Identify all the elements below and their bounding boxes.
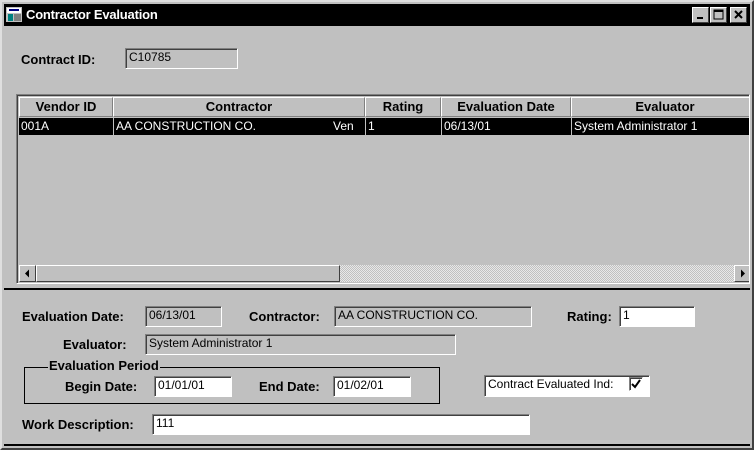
bottom-border — [4, 444, 750, 446]
scroll-thumb[interactable] — [36, 265, 340, 282]
cell-contractor: AA CONSTRUCTION CO. — [116, 119, 257, 133]
scroll-left-button[interactable] — [19, 265, 36, 282]
evaluator-label: Evaluator: — [63, 337, 127, 352]
window-title: Contractor Evaluation — [26, 7, 158, 22]
maximize-icon — [713, 9, 724, 20]
contractor-field[interactable]: AA CONSTRUCTION CO. — [334, 306, 532, 327]
evaluation-date-label: Evaluation Date: — [22, 309, 124, 324]
cell-separator — [571, 118, 572, 135]
begin-date-field[interactable]: 01/01/01 — [154, 376, 232, 397]
end-date-label: End Date: — [259, 379, 320, 394]
scroll-left-icon — [25, 269, 29, 278]
rating-label: Rating: — [567, 309, 612, 324]
contractor-evaluation-window: Contractor Evaluation Contract ID: C1078… — [0, 0, 754, 450]
section-divider — [4, 288, 750, 290]
grid-header: Vendor ID Contractor Rating Evaluation D… — [19, 97, 749, 117]
evaluation-date-field[interactable]: 06/13/01 — [145, 306, 222, 327]
table-row[interactable]: 001A AA CONSTRUCTION CO. Ven 1 06/13/01 … — [19, 118, 749, 135]
work-description-field[interactable]: 111 — [152, 414, 530, 435]
minimize-icon — [697, 17, 703, 19]
contract-evaluated-checkbox[interactable] — [629, 377, 643, 391]
evaluation-grid[interactable]: Vendor ID Contractor Rating Evaluation D… — [16, 94, 750, 284]
scroll-right-icon — [741, 269, 745, 278]
horizontal-scrollbar[interactable] — [19, 265, 749, 282]
title-bar[interactable]: Contractor Evaluation — [4, 4, 750, 26]
scroll-right-button[interactable] — [734, 265, 749, 282]
minimize-button[interactable] — [692, 7, 709, 23]
cell-evaluator: System Administrator 1 — [574, 119, 698, 133]
column-header-vendor-id[interactable]: Vendor ID — [19, 97, 113, 117]
contract-id-label: Contract ID: — [21, 52, 96, 67]
column-header-rating[interactable]: Rating — [365, 97, 441, 117]
contract-evaluated-box[interactable]: Contract Evaluated Ind: — [484, 375, 650, 397]
contractor-label: Contractor: — [249, 309, 320, 324]
column-header-contractor[interactable]: Contractor — [113, 97, 365, 117]
cell-separator — [365, 118, 366, 135]
cell-separator — [441, 118, 442, 135]
close-button[interactable] — [730, 7, 747, 23]
app-icon — [6, 7, 22, 22]
cell-rating: 1 — [368, 119, 375, 133]
cell-evaluation-date: 06/13/01 — [444, 119, 491, 133]
close-icon — [734, 10, 743, 19]
evaluator-field[interactable]: System Administrator 1 — [145, 334, 456, 355]
end-date-field[interactable]: 01/02/01 — [333, 376, 411, 397]
cell-vendor-id: 001A — [21, 119, 50, 133]
column-header-evaluation-date[interactable]: Evaluation Date — [441, 97, 571, 117]
column-header-evaluator[interactable]: Evaluator — [571, 97, 749, 117]
work-description-label: Work Description: — [22, 417, 134, 432]
checkmark-icon — [631, 379, 641, 389]
begin-date-label: Begin Date: — [65, 379, 138, 394]
evaluation-period-legend: Evaluation Period — [48, 358, 160, 373]
cell-separator — [113, 118, 114, 135]
cell-contractor-suffix: Ven — [333, 119, 354, 133]
contract-evaluated-label: Contract Evaluated Ind: — [488, 377, 614, 391]
rating-field[interactable]: 1 — [619, 306, 695, 327]
maximize-button[interactable] — [710, 7, 727, 23]
contract-id-field[interactable]: C10785 — [125, 48, 238, 69]
